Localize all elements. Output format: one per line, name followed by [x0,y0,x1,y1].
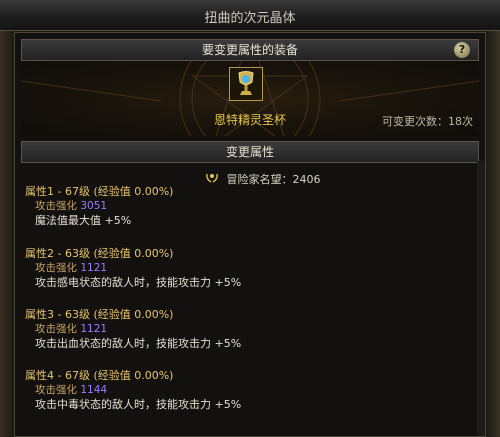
window-title-bar[interactable]: 扭曲的次元晶体 [0,0,500,31]
dialog-window: 要变更属性的装备 ? 恩特精灵圣杯 可变更次数：18次 变更属性 冒险家名望：2… [14,32,486,437]
equip-section-title: 要变更属性的装备 [201,43,298,57]
background-left [0,0,14,437]
attribute-1[interactable]: 属性1 - 67级 (经验值 0.00%) 攻击强化 3051 魔法值最大值 +… [25,183,173,227]
grail-item-icon [230,68,262,100]
attribute-effect: 魔法值最大值 +5% [35,214,132,227]
attribute-title: 属性2 - 63级 (经验值 0.00%) [25,247,174,260]
reputation-text: 冒险家名望：2406 [226,173,321,186]
attribute-value: 3051 [80,200,108,212]
attribute-sub: 攻击强化 1121 [35,323,108,335]
attribute-value: 1121 [80,323,108,335]
background-right [486,0,500,437]
equipment-slot[interactable] [229,67,263,101]
attribute-sub: 攻击强化 3051 [35,200,108,212]
attribute-2[interactable]: 属性2 - 63级 (经验值 0.00%) 攻击强化 1121 攻击感电状态的敌… [25,245,241,289]
attribute-value: 1144 [80,384,108,396]
scrollbar[interactable] [477,161,485,436]
attribute-sub: 攻击强化 1121 [35,262,108,274]
attribute-3[interactable]: 属性3 - 63级 (经验值 0.00%) 攻击强化 1121 攻击出血状态的敌… [25,306,241,350]
change-section-title: 变更属性 [225,145,274,159]
question-icon[interactable]: ? [454,42,470,58]
laurel-icon [206,173,218,183]
attribute-sub: 攻击强化 1144 [35,384,108,396]
reputation-row: 冒险家名望：2406 [205,171,321,187]
equip-section-header: 要变更属性的装备 ? [21,39,479,61]
change-section-header: 变更属性 [21,141,479,163]
attribute-title: 属性1 - 67级 (经验值 0.00%) [25,185,174,198]
attribute-effect: 攻击出血状态的敌人时，技能攻击力 +5% [35,337,242,350]
window-title: 扭曲的次元晶体 [204,11,296,26]
attribute-title: 属性4 - 67级 (经验值 0.00%) [25,369,174,382]
attribute-title: 属性3 - 63级 (经验值 0.00%) [25,308,174,321]
attribute-value: 1121 [80,262,108,274]
change-count: 可变更次数：18次 [382,115,473,128]
attribute-effect: 攻击中毒状态的敌人时，技能攻击力 +5% [35,398,242,411]
attribute-effect: 攻击感电状态的敌人时，技能攻击力 +5% [35,276,242,289]
equip-display: 恩特精灵圣杯 可变更次数：18次 [21,61,479,136]
attribute-4[interactable]: 属性4 - 67级 (经验值 0.00%) 攻击强化 1144 攻击中毒状态的敌… [25,367,241,411]
